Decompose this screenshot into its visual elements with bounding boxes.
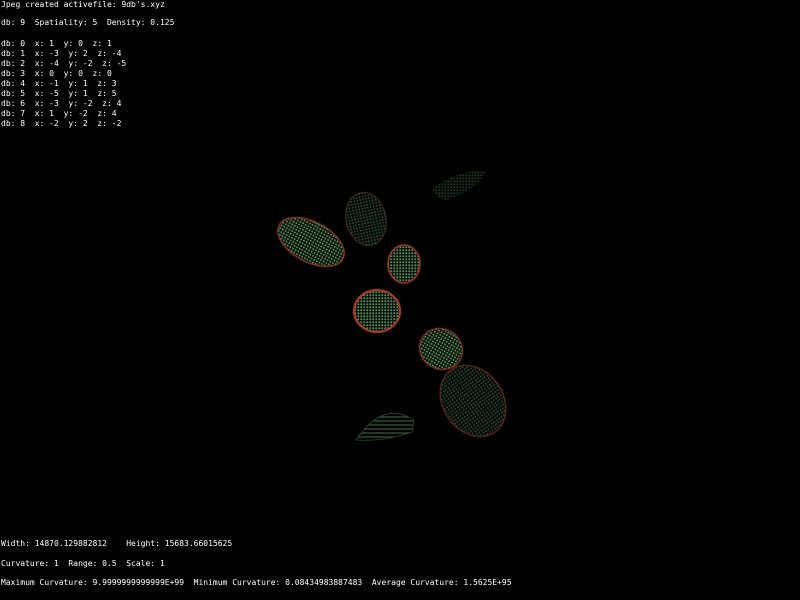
params-line: Curvature: 1 Range: 0.5 Scale: 1 [1,559,165,568]
db-list-item: db: 5 x: -5 y: 1 z: 5 [1,89,117,98]
db-list-item: db: 8 x: -2 y: 2 z: -2 [1,119,122,128]
db-list-item: db: 1 x: -3 y: 2 z: -4 [1,49,122,58]
point-cluster [352,288,402,334]
point-cluster [355,412,415,441]
point-cloud-viewport[interactable] [0,0,800,600]
summary-line: db: 9 Spatiality: 5 Density: 0.125 [1,18,175,27]
db-list-item: db: 7 x: 1 y: -2 z: 4 [1,109,117,118]
point-cluster [432,171,486,200]
db-list-item: db: 4 x: -1 y: 1 z: 3 [1,79,117,88]
status-line: Jpeg created activefile: 9db's.xyz [1,0,165,9]
db-list-item: db: 6 x: -3 y: -2 z: 4 [1,99,122,108]
curvature-line: Maximum Curvature: 9.9999999999999E+99 M… [1,578,512,587]
point-cluster [345,191,387,247]
db-list-item: db: 0 x: 1 y: 0 z: 1 [1,39,112,48]
db-list-item: db: 3 x: 0 y: 0 z: 0 [1,69,112,78]
point-cluster [277,216,345,268]
dimensions-line: Width: 14870.129882812 Height: 15683.660… [1,539,233,548]
db-list-item: db: 2 x: -4 y: -2 z: -5 [1,59,127,68]
point-cluster [387,244,421,284]
